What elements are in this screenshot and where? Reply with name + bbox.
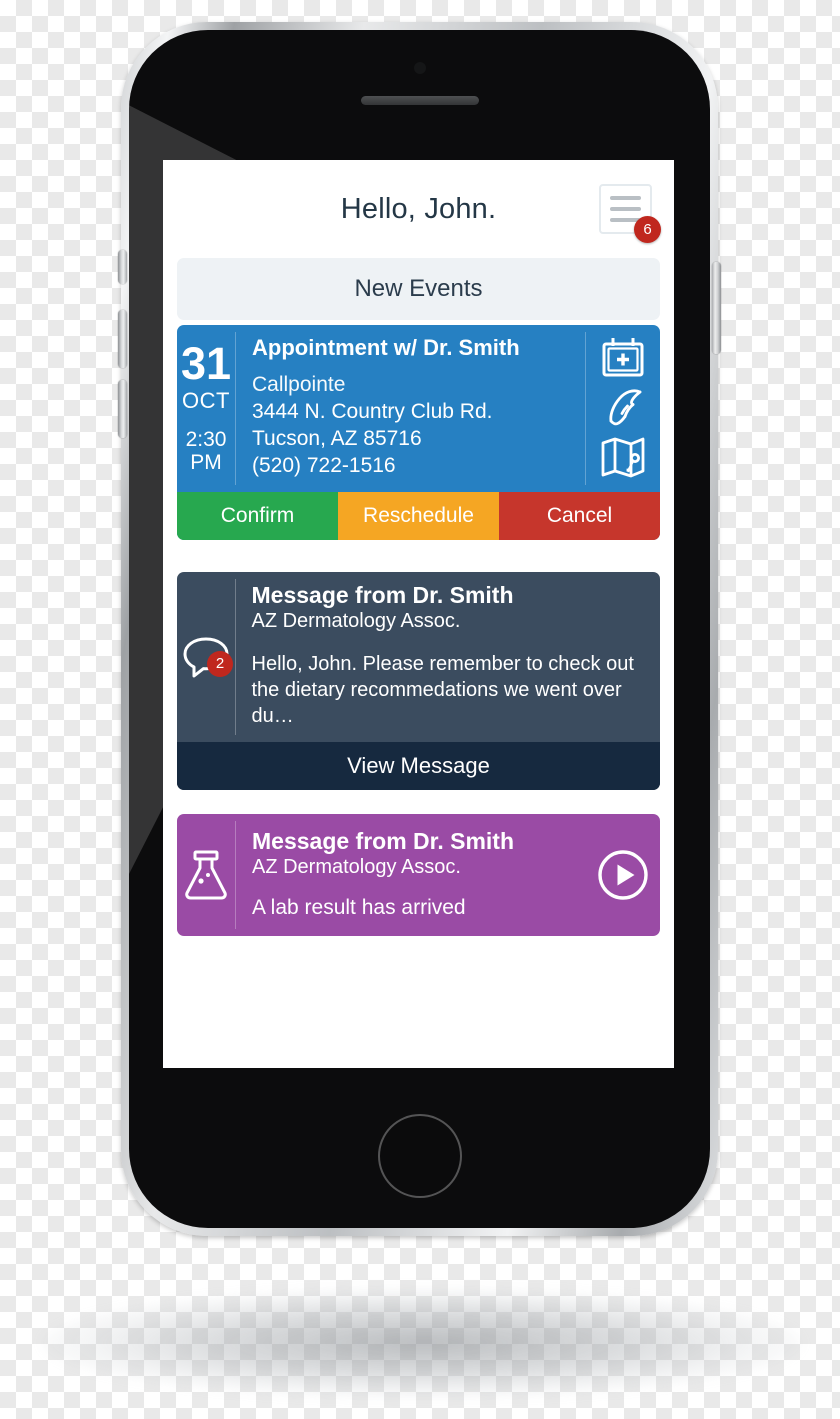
device-drop-shadow xyxy=(42,1288,802,1398)
page-title: Hello, John. xyxy=(340,192,497,225)
new-events-label: New Events xyxy=(354,275,483,302)
message-icon-column: 2 xyxy=(177,572,235,742)
lab-org: AZ Dermatology Assoc. xyxy=(252,855,461,878)
menu-notification-badge: 6 xyxy=(634,216,661,243)
lab-details: Message from Dr. Smith AZ Dermatology As… xyxy=(236,814,586,936)
message-card-body: 2 Message from Dr. Smith AZ Dermatology … xyxy=(177,572,660,742)
message-card[interactable]: 2 Message from Dr. Smith AZ Dermatology … xyxy=(177,571,660,790)
lab-card-body: Message from Dr. Smith AZ Dermatology As… xyxy=(177,814,660,936)
new-events-header: New Events xyxy=(177,258,660,320)
lab-title: Message from Dr. Smith xyxy=(252,827,515,854)
speech-bubble-icon: 2 xyxy=(181,634,233,680)
appointment-time-meridiem: PM xyxy=(190,451,222,475)
volume-down-button[interactable] xyxy=(118,380,127,438)
lab-text: A lab result has arrived xyxy=(252,895,466,919)
message-details: Message from Dr. Smith AZ Dermatology As… xyxy=(236,572,661,742)
power-button[interactable] xyxy=(712,262,721,354)
app-header: Hello, John. 6 xyxy=(163,160,674,258)
silent-switch[interactable] xyxy=(118,250,127,284)
appointment-place: Callpointe xyxy=(252,373,346,396)
volume-up-button[interactable] xyxy=(118,310,127,368)
appointment-card[interactable]: 31 OCT 2:30 PM Appointment w/ Dr. Smith … xyxy=(177,325,660,540)
front-camera xyxy=(413,62,426,74)
menu-bar-2 xyxy=(610,207,641,211)
menu-bar-1 xyxy=(610,196,641,200)
appointment-action-icons xyxy=(586,325,660,492)
message-org: AZ Dermatology Assoc. xyxy=(251,609,461,632)
lab-result-card[interactable]: Message from Dr. Smith AZ Dermatology As… xyxy=(177,813,660,936)
appointment-day: 31 xyxy=(180,337,232,389)
lab-action-icons xyxy=(586,814,660,936)
appointment-details: Appointment w/ Dr. Smith Callpointe 3444… xyxy=(236,325,585,492)
appointment-time: 2:30 PM xyxy=(186,428,227,475)
message-preview: Hello, John. Please remember to check ou… xyxy=(251,652,634,728)
lab-icon-column xyxy=(177,814,235,936)
events-list: New Events 31 OCT 2:30 PM Appointment w/… xyxy=(163,258,674,936)
appointment-actions: Confirm Reschedule Cancel xyxy=(177,491,660,540)
appointment-date-column: 31 OCT 2:30 PM xyxy=(177,325,235,492)
appointment-title: Appointment w/ Dr. Smith xyxy=(252,335,520,360)
hamburger-menu-icon[interactable]: 6 xyxy=(599,184,661,243)
appointment-street: 3444 N. Country Club Rd. xyxy=(252,399,493,423)
smartphone-device: Hello, John. 6 New Events 31 OCT 2:30 PM… xyxy=(118,22,721,1236)
appointment-month: OCT xyxy=(182,387,230,413)
appointment-phone: (520) 722-1516 xyxy=(252,453,396,477)
reschedule-button[interactable]: Reschedule xyxy=(338,491,499,540)
phone-icon[interactable] xyxy=(600,385,646,431)
calendar-plus-icon[interactable] xyxy=(600,336,646,382)
cancel-button[interactable]: Cancel xyxy=(499,491,660,540)
appointment-city-state-zip: Tucson, AZ 85716 xyxy=(252,426,422,450)
map-pin-icon[interactable] xyxy=(599,434,647,480)
confirm-button[interactable]: Confirm xyxy=(177,491,338,540)
home-button[interactable] xyxy=(377,1114,462,1198)
message-title: Message from Dr. Smith xyxy=(251,581,514,608)
play-circle-icon[interactable] xyxy=(596,848,650,902)
message-notification-badge: 2 xyxy=(207,650,233,677)
phone-screen: Hello, John. 6 New Events 31 OCT 2:30 PM… xyxy=(163,160,674,1068)
appointment-card-body: 31 OCT 2:30 PM Appointment w/ Dr. Smith … xyxy=(177,325,660,492)
flask-icon xyxy=(182,848,230,902)
appointment-time-value: 2:30 xyxy=(185,427,227,451)
view-message-button[interactable]: View Message xyxy=(177,741,660,790)
earpiece-speaker xyxy=(360,96,479,105)
